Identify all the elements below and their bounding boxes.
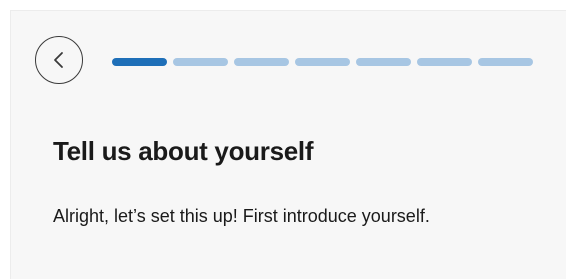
onboarding-card: Tell us about yourself Alright, let’s se… — [10, 10, 566, 279]
progress-step-3 — [234, 58, 289, 66]
page-title: Tell us about yourself — [53, 136, 314, 166]
progress-step-2 — [173, 58, 228, 66]
progress-step-4 — [295, 58, 350, 66]
back-button[interactable] — [35, 36, 83, 84]
progress-step-6 — [417, 58, 472, 66]
progress-stepper — [112, 58, 533, 66]
page-subtitle: Alright, let’s set this up! First introd… — [53, 206, 430, 226]
progress-step-7 — [478, 58, 533, 66]
progress-step-5 — [356, 58, 411, 66]
progress-step-1 — [112, 58, 167, 66]
chevron-left-icon — [52, 51, 66, 69]
